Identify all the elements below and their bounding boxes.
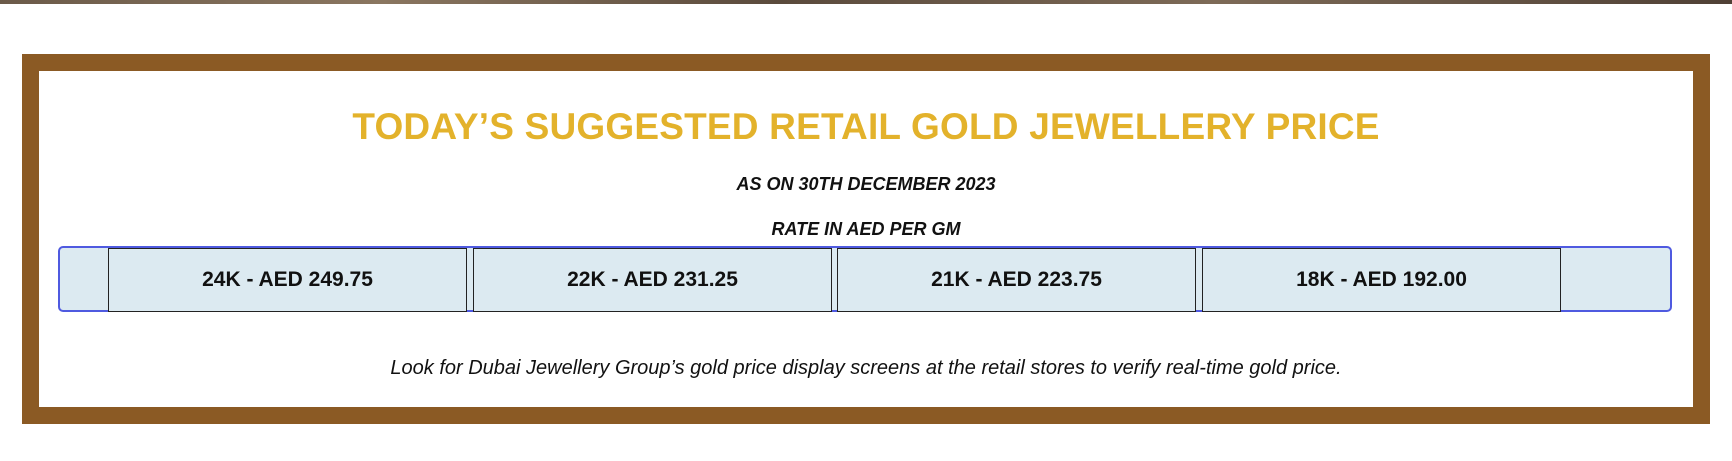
page-title: TODAY’S SUGGESTED RETAIL GOLD JEWELLERY … [352, 106, 1380, 147]
rate-21k: 21K - AED 223.75 [837, 248, 1196, 312]
rate-22k: 22K - AED 231.25 [473, 248, 832, 312]
rate-18k: 18K - AED 192.00 [1202, 248, 1561, 312]
header-image-strip [0, 0, 1732, 4]
gold-price-panel: TODAY’S SUGGESTED RETAIL GOLD JEWELLERY … [22, 54, 1710, 424]
gold-rates-bar: 24K - AED 249.75 22K - AED 231.25 21K - … [58, 246, 1672, 312]
rate-24k: 24K - AED 249.75 [108, 248, 467, 312]
verification-note: Look for Dubai Jewellery Group’s gold pr… [390, 357, 1342, 379]
price-date: AS ON 30TH DECEMBER 2023 [736, 174, 996, 194]
rate-unit-label: RATE IN AED PER GM [771, 219, 961, 239]
